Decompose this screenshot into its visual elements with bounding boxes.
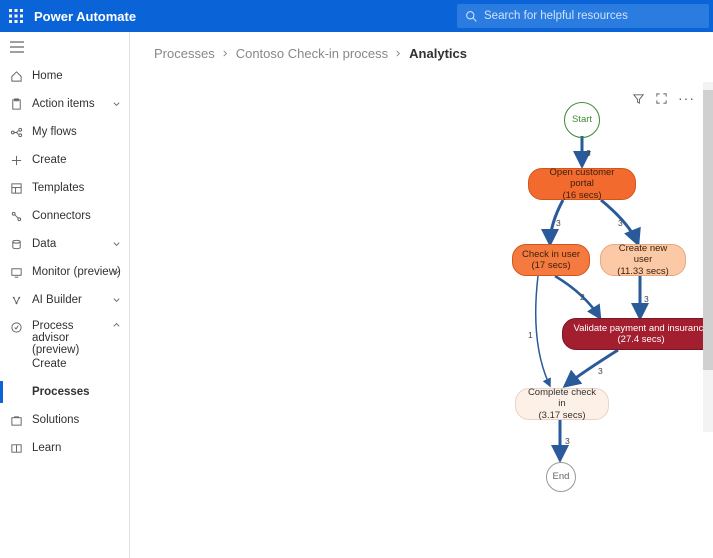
- app-title: Power Automate: [32, 9, 136, 24]
- sidebar-item-label: Learn: [32, 442, 61, 454]
- process-icon: [10, 320, 28, 334]
- sidebar-item-my-flows[interactable]: My flows: [0, 118, 129, 146]
- sidebar-item-pa-processes[interactable]: Processes: [0, 378, 129, 406]
- scrollbar[interactable]: [703, 82, 713, 432]
- breadcrumb-current: Analytics: [409, 46, 467, 61]
- search-box[interactable]: [457, 4, 709, 28]
- chevron-up-icon: [112, 320, 121, 329]
- monitor-icon: [10, 265, 28, 279]
- ai-icon: [10, 293, 28, 307]
- process-canvas[interactable]: Start Open customer portal(16 secs) Chec…: [260, 84, 701, 552]
- connectors-icon: [10, 209, 28, 223]
- search-icon: [465, 10, 478, 23]
- sidebar-item-label: Processes: [32, 386, 90, 398]
- node-validate[interactable]: Validate payment and insurance(27.4 secs…: [562, 318, 713, 350]
- sidebar-item-label: Connectors: [32, 210, 91, 222]
- sidebar-item-solutions[interactable]: Solutions: [0, 406, 129, 434]
- waffle-icon[interactable]: [0, 9, 32, 23]
- main-content: Processes Contoso Check-in process Analy…: [130, 32, 713, 558]
- breadcrumb-processes[interactable]: Processes: [154, 46, 215, 61]
- flow-icon: [10, 125, 28, 139]
- sidebar-item-monitor[interactable]: Monitor (preview): [0, 258, 129, 286]
- home-icon: [10, 69, 28, 83]
- sidebar-item-pa-create[interactable]: Create: [0, 350, 129, 378]
- chevron-right-icon: [221, 46, 230, 61]
- data-icon: [10, 237, 28, 251]
- sidebar-item-label: Create: [32, 154, 67, 166]
- sidebar-item-create[interactable]: Create: [0, 146, 129, 174]
- edge-label: 2: [580, 292, 585, 302]
- sidebar: Home Action items My flows Create Templa…: [0, 32, 130, 558]
- chevron-right-icon: [394, 46, 403, 61]
- sidebar-item-process-advisor[interactable]: Process advisor (preview): [0, 314, 129, 350]
- app-header: Power Automate: [0, 0, 713, 32]
- sidebar-item-connectors[interactable]: Connectors: [0, 202, 129, 230]
- node-end[interactable]: End: [546, 462, 576, 492]
- sidebar-item-label: Home: [32, 70, 63, 82]
- breadcrumb: Processes Contoso Check-in process Analy…: [130, 32, 713, 75]
- sidebar-item-label: Create: [32, 358, 67, 370]
- learn-icon: [10, 441, 28, 455]
- chevron-down-icon: [112, 268, 121, 277]
- edge-label: 3: [586, 148, 591, 158]
- sidebar-item-label: Monitor (preview): [32, 266, 121, 278]
- scrollbar-thumb[interactable]: [703, 90, 713, 370]
- sidebar-item-label: Templates: [32, 182, 84, 194]
- clipboard-icon: [10, 97, 28, 111]
- sidebar-item-home[interactable]: Home: [0, 62, 129, 90]
- sidebar-item-action-items[interactable]: Action items: [0, 90, 129, 118]
- chevron-down-icon: [112, 100, 121, 109]
- sidebar-item-label: Solutions: [32, 414, 79, 426]
- solutions-icon: [10, 413, 28, 427]
- plus-icon: [10, 153, 28, 167]
- edge-label: 1: [528, 330, 533, 340]
- edge-label: 3: [618, 218, 623, 228]
- node-complete[interactable]: Complete check in(3.17 secs): [515, 388, 609, 420]
- search-input[interactable]: [484, 10, 701, 22]
- sidebar-item-ai-builder[interactable]: AI Builder: [0, 286, 129, 314]
- hamburger-button[interactable]: [0, 32, 129, 62]
- sidebar-item-data[interactable]: Data: [0, 230, 129, 258]
- templates-icon: [10, 181, 28, 195]
- edge-label: 3: [598, 366, 603, 376]
- chevron-down-icon: [112, 240, 121, 249]
- edge-label: 3: [556, 218, 561, 228]
- sidebar-item-label: AI Builder: [32, 294, 82, 306]
- breadcrumb-process-name[interactable]: Contoso Check-in process: [236, 46, 388, 61]
- sidebar-item-label: Action items: [32, 98, 95, 110]
- sidebar-item-label: My flows: [32, 126, 77, 138]
- node-start[interactable]: Start: [564, 102, 600, 138]
- sidebar-item-templates[interactable]: Templates: [0, 174, 129, 202]
- edge-label: 3: [565, 436, 570, 446]
- sidebar-item-learn[interactable]: Learn: [0, 434, 129, 462]
- node-create-new-user[interactable]: Create new user(11.33 secs): [600, 244, 686, 276]
- chevron-down-icon: [112, 296, 121, 305]
- sidebar-item-label: Data: [32, 238, 56, 250]
- node-open-portal[interactable]: Open customer portal(16 secs): [528, 168, 636, 200]
- node-checkin-user[interactable]: Check in user(17 secs): [512, 244, 590, 276]
- edge-label: 3: [644, 294, 649, 304]
